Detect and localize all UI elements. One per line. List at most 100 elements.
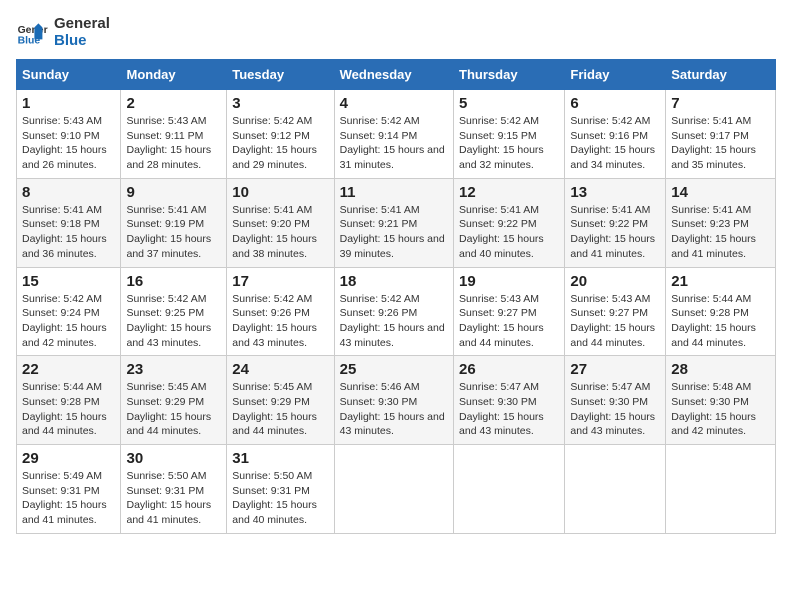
day-number: 25 <box>340 361 448 378</box>
header-day-tuesday: Tuesday <box>227 60 334 90</box>
calendar-cell: 14 Sunrise: 5:41 AM Sunset: 9:23 PM Dayli… <box>666 178 776 267</box>
day-info: Sunrise: 5:42 AM Sunset: 9:15 PM Dayligh… <box>459 114 559 173</box>
day-number: 2 <box>126 95 221 112</box>
svg-text:General: General <box>18 25 48 36</box>
calendar-week-5: 29Sunrise: 5:49 AM Sunset: 9:31 PM Dayli… <box>17 445 776 534</box>
calendar-cell: 21Sunrise: 5:44 AM Sunset: 9:28 PM Dayli… <box>666 267 776 356</box>
header-row: SundayMondayTuesdayWednesdayThursdayFrid… <box>17 60 776 90</box>
header-day-sunday: Sunday <box>17 60 121 90</box>
day-info: Sunrise: 5:43 AM Sunset: 9:27 PM Dayligh… <box>459 292 559 351</box>
calendar-cell: 9Sunrise: 5:41 AM Sunset: 9:19 PM Daylig… <box>121 178 227 267</box>
calendar-week-4: 22 Sunrise: 5:44 AM Sunset: 9:28 PM Dayli… <box>17 356 776 445</box>
calendar-week-1: 1 Sunrise: 5:43 AM Sunset: 9:10 PM Daylig… <box>17 90 776 179</box>
calendar-cell <box>454 445 565 534</box>
calendar-cell: 22 Sunrise: 5:44 AM Sunset: 9:28 PM Dayli… <box>17 356 121 445</box>
calendar-cell: 26 Sunrise: 5:47 AM Sunset: 9:30 PM Dayli… <box>454 356 565 445</box>
logo-general: General <box>54 16 110 33</box>
day-info: Sunrise: 5:41 AM Sunset: 9:22 PM Dayligh… <box>570 203 660 262</box>
calendar-cell: 8Sunrise: 5:41 AM Sunset: 9:18 PM Daylig… <box>17 178 121 267</box>
day-number: 23 <box>126 361 221 378</box>
day-number: 16 <box>126 273 221 290</box>
day-number: 10 <box>232 184 328 201</box>
day-number: 18 <box>340 273 448 290</box>
day-info: Sunrise: 5:50 AM Sunset: 9:31 PM Dayligh… <box>126 469 221 528</box>
day-info: Sunrise: 5:48 AM Sunset: 9:30 PM Dayligh… <box>671 380 770 439</box>
calendar-cell: 3 Sunrise: 5:42 AM Sunset: 9:12 PM Daylig… <box>227 90 334 179</box>
calendar-cell: 6 Sunrise: 5:42 AM Sunset: 9:16 PM Daylig… <box>565 90 666 179</box>
day-info: Sunrise: 5:41 AM Sunset: 9:23 PM Dayligh… <box>671 203 770 262</box>
day-info: Sunrise: 5:43 AM Sunset: 9:10 PM Dayligh… <box>22 114 115 173</box>
calendar-cell: 18 Sunrise: 5:42 AM Sunset: 9:26 PM Dayli… <box>334 267 453 356</box>
day-number: 29 <box>22 450 115 467</box>
header-day-saturday: Saturday <box>666 60 776 90</box>
day-number: 14 <box>671 184 770 201</box>
calendar-cell: 4 Sunrise: 5:42 AM Sunset: 9:14 PM Daylig… <box>334 90 453 179</box>
calendar-cell <box>565 445 666 534</box>
calendar-cell: 11 Sunrise: 5:41 AM Sunset: 9:21 PM Dayli… <box>334 178 453 267</box>
day-info: Sunrise: 5:46 AM Sunset: 9:30 PM Dayligh… <box>340 380 448 439</box>
day-info: Sunrise: 5:41 AM Sunset: 9:19 PM Dayligh… <box>126 203 221 262</box>
day-info: Sunrise: 5:43 AM Sunset: 9:11 PM Dayligh… <box>126 114 221 173</box>
day-info: Sunrise: 5:42 AM Sunset: 9:14 PM Dayligh… <box>340 114 448 173</box>
logo: General Blue General Blue <box>16 16 110 49</box>
day-number: 3 <box>232 95 328 112</box>
calendar-cell: 28 Sunrise: 5:48 AM Sunset: 9:30 PM Dayli… <box>666 356 776 445</box>
day-info: Sunrise: 5:41 AM Sunset: 9:21 PM Dayligh… <box>340 203 448 262</box>
day-number: 31 <box>232 450 328 467</box>
day-info: Sunrise: 5:47 AM Sunset: 9:30 PM Dayligh… <box>570 380 660 439</box>
day-info: Sunrise: 5:44 AM Sunset: 9:28 PM Dayligh… <box>671 292 770 351</box>
day-info: Sunrise: 5:43 AM Sunset: 9:27 PM Dayligh… <box>570 292 660 351</box>
calendar-cell: 1 Sunrise: 5:43 AM Sunset: 9:10 PM Daylig… <box>17 90 121 179</box>
calendar-cell: 20 Sunrise: 5:43 AM Sunset: 9:27 PM Dayli… <box>565 267 666 356</box>
day-info: Sunrise: 5:42 AM Sunset: 9:25 PM Dayligh… <box>126 292 221 351</box>
logo-icon: General Blue <box>16 17 48 49</box>
calendar-cell: 15 Sunrise: 5:42 AM Sunset: 9:24 PM Dayli… <box>17 267 121 356</box>
calendar-cell: 5 Sunrise: 5:42 AM Sunset: 9:15 PM Daylig… <box>454 90 565 179</box>
day-number: 20 <box>570 273 660 290</box>
day-info: Sunrise: 5:42 AM Sunset: 9:16 PM Dayligh… <box>570 114 660 173</box>
day-number: 15 <box>22 273 115 290</box>
day-info: Sunrise: 5:41 AM Sunset: 9:17 PM Dayligh… <box>671 114 770 173</box>
day-number: 26 <box>459 361 559 378</box>
day-number: 17 <box>232 273 328 290</box>
calendar-cell: 30 Sunrise: 5:50 AM Sunset: 9:31 PM Dayli… <box>121 445 227 534</box>
day-number: 28 <box>671 361 770 378</box>
day-info: Sunrise: 5:42 AM Sunset: 9:24 PM Dayligh… <box>22 292 115 351</box>
day-number: 24 <box>232 361 328 378</box>
day-info: Sunrise: 5:42 AM Sunset: 9:12 PM Dayligh… <box>232 114 328 173</box>
calendar-cell <box>334 445 453 534</box>
calendar-cell <box>666 445 776 534</box>
calendar-cell: 29Sunrise: 5:49 AM Sunset: 9:31 PM Dayli… <box>17 445 121 534</box>
day-number: 22 <box>22 361 115 378</box>
day-number: 30 <box>126 450 221 467</box>
day-number: 27 <box>570 361 660 378</box>
day-info: Sunrise: 5:50 AM Sunset: 9:31 PM Dayligh… <box>232 469 328 528</box>
day-info: Sunrise: 5:41 AM Sunset: 9:18 PM Dayligh… <box>22 203 115 262</box>
day-info: Sunrise: 5:47 AM Sunset: 9:30 PM Dayligh… <box>459 380 559 439</box>
calendar-cell: 7 Sunrise: 5:41 AM Sunset: 9:17 PM Daylig… <box>666 90 776 179</box>
day-number: 6 <box>570 95 660 112</box>
day-info: Sunrise: 5:41 AM Sunset: 9:22 PM Dayligh… <box>459 203 559 262</box>
calendar-cell: 19Sunrise: 5:43 AM Sunset: 9:27 PM Dayli… <box>454 267 565 356</box>
calendar-week-3: 15 Sunrise: 5:42 AM Sunset: 9:24 PM Dayli… <box>17 267 776 356</box>
day-number: 11 <box>340 184 448 201</box>
day-number: 7 <box>671 95 770 112</box>
header-day-wednesday: Wednesday <box>334 60 453 90</box>
calendar-cell: 24 Sunrise: 5:45 AM Sunset: 9:29 PM Dayli… <box>227 356 334 445</box>
day-number: 12 <box>459 184 559 201</box>
logo-blue: Blue <box>54 33 110 50</box>
day-info: Sunrise: 5:42 AM Sunset: 9:26 PM Dayligh… <box>340 292 448 351</box>
day-info: Sunrise: 5:41 AM Sunset: 9:20 PM Dayligh… <box>232 203 328 262</box>
calendar-cell: 25 Sunrise: 5:46 AM Sunset: 9:30 PM Dayli… <box>334 356 453 445</box>
calendar-cell: 27 Sunrise: 5:47 AM Sunset: 9:30 PM Dayli… <box>565 356 666 445</box>
day-info: Sunrise: 5:45 AM Sunset: 9:29 PM Dayligh… <box>232 380 328 439</box>
day-info: Sunrise: 5:45 AM Sunset: 9:29 PM Dayligh… <box>126 380 221 439</box>
day-number: 13 <box>570 184 660 201</box>
day-number: 1 <box>22 95 115 112</box>
calendar-cell: 31 Sunrise: 5:50 AM Sunset: 9:31 PM Dayli… <box>227 445 334 534</box>
header-day-friday: Friday <box>565 60 666 90</box>
day-number: 4 <box>340 95 448 112</box>
header-day-thursday: Thursday <box>454 60 565 90</box>
day-number: 5 <box>459 95 559 112</box>
day-info: Sunrise: 5:44 AM Sunset: 9:28 PM Dayligh… <box>22 380 115 439</box>
